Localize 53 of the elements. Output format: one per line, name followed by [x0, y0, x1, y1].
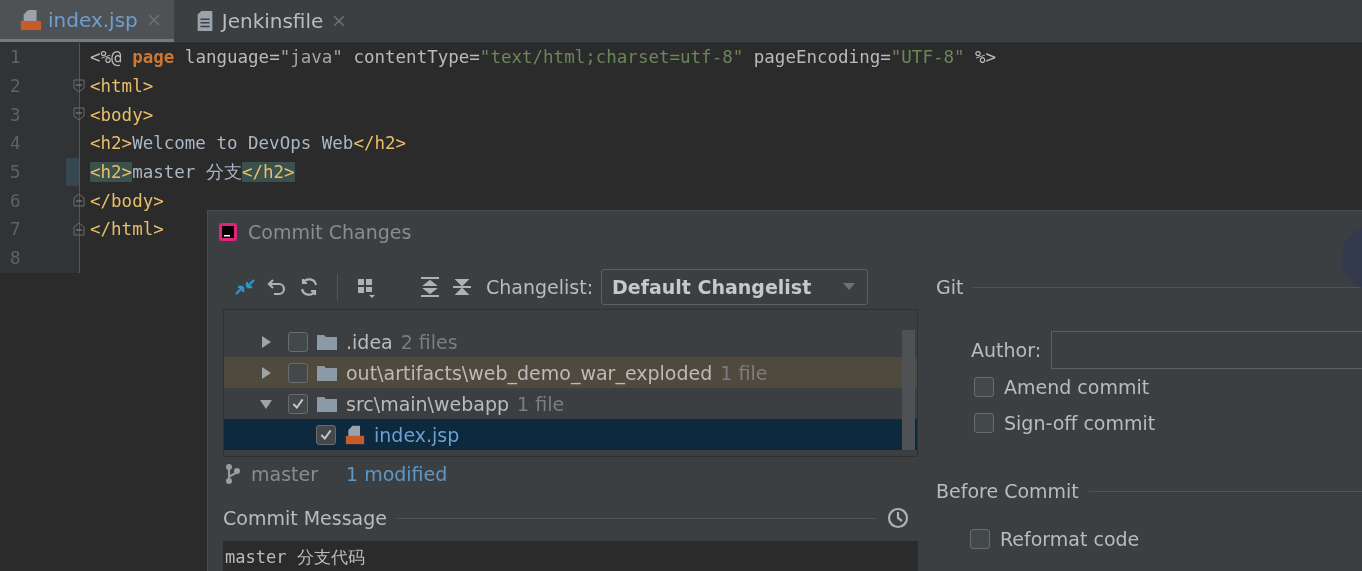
code-line: <h2>Welcome to DevOps Web</h2> — [90, 133, 407, 154]
commit-message-label: Commit Message — [223, 507, 387, 529]
code-line: </html> — [90, 219, 164, 240]
expand-arrow-icon[interactable] — [260, 335, 272, 348]
close-icon[interactable] — [333, 15, 346, 27]
fold-icon[interactable] — [73, 78, 85, 93]
checkbox[interactable] — [288, 331, 308, 352]
expand-all-icon[interactable] — [418, 275, 442, 299]
clock-icon[interactable] — [886, 506, 910, 530]
section-header: Before Commit — [936, 480, 1079, 502]
tree-row[interactable]: index.jsp — [224, 419, 917, 450]
code-line: <body> — [90, 104, 154, 125]
expand-arrow-icon[interactable] — [260, 397, 272, 410]
fold-icon[interactable] — [73, 107, 85, 122]
scrollbar[interactable] — [902, 330, 915, 450]
author-label: Author: — [971, 339, 1042, 361]
code-line: </body> — [90, 190, 164, 211]
fold-icon[interactable] — [73, 222, 85, 237]
author-field[interactable] — [1051, 331, 1362, 369]
code-line: <html> — [90, 76, 154, 97]
jsp-file-icon — [344, 424, 366, 445]
close-icon[interactable] — [147, 13, 160, 26]
code-line: <h2>master 分支</h2> — [90, 161, 295, 185]
editor-tab[interactable]: Jenkinsfile — [173, 0, 360, 42]
app-logo-icon — [218, 222, 238, 242]
checkbox-label[interactable]: Sign-off commit — [1004, 412, 1156, 434]
tree-row[interactable]: .idea 2 files — [224, 326, 917, 357]
branch-icon — [225, 463, 241, 485]
tree-row[interactable]: out\artifacts\web_demo_war_exploded 1 file — [224, 357, 917, 388]
expand-arrow-icon[interactable] — [260, 366, 272, 379]
code-line: <%@ page language="java" contentType="text/html;charset=utf-8" pageEncoding="UTF-8" %> — [90, 47, 997, 68]
tree-row[interactable]: src\main\webapp 1 file — [224, 388, 917, 419]
caret-icon — [843, 283, 856, 291]
modified-link[interactable]: 1 modified — [346, 463, 448, 485]
checkbox[interactable] — [970, 529, 990, 549]
checkbox[interactable] — [288, 393, 308, 414]
editor-tab[interactable]: index.jsp — [0, 0, 174, 42]
checkbox-label[interactable]: Reformat code — [1000, 528, 1140, 550]
checkbox-label[interactable]: Amend commit — [1004, 376, 1150, 398]
jsp-file-icon — [20, 8, 42, 31]
checkmark-icon — [319, 427, 333, 442]
fold-icon[interactable] — [73, 193, 85, 208]
checkbox[interactable] — [974, 413, 994, 433]
checkbox[interactable] — [288, 362, 308, 383]
checkbox[interactable] — [316, 424, 336, 445]
changelist-label: Changelist: — [486, 276, 594, 298]
branch-name: master — [251, 463, 318, 485]
commit-message-field[interactable]: master 分支代码 — [223, 541, 918, 571]
checkbox[interactable] — [974, 377, 994, 397]
section-header: Git — [936, 276, 964, 298]
dialog-title: Commit Changes — [248, 221, 412, 243]
checkmark-icon — [291, 396, 305, 411]
changelist-dropdown[interactable]: Default Changelist — [601, 269, 869, 305]
